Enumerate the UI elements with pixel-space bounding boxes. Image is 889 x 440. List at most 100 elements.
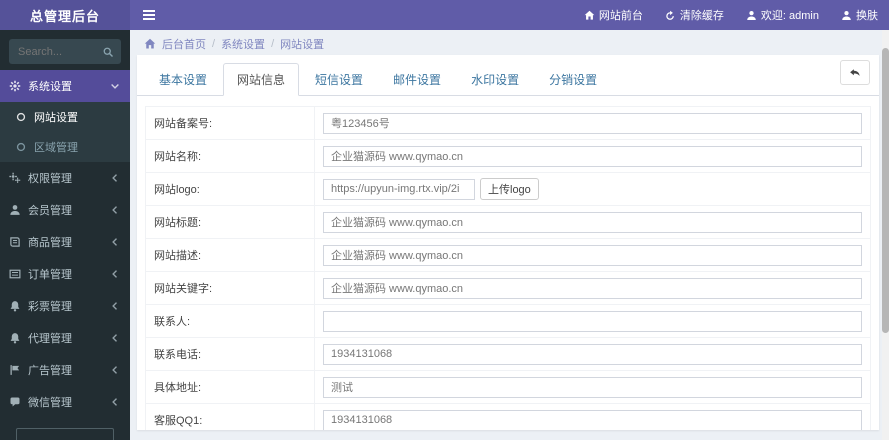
sidebar-item-2[interactable]: 会员管理 [0,194,130,226]
chevron-left-icon [109,364,121,376]
sidebar-item-label: 微信管理 [28,397,72,409]
sidebar-item-0[interactable]: 系统设置 [0,70,130,102]
sidebar-submenu-item: 网站设置 [0,102,130,132]
form-rows: 网站备案号:网站名称:网站logo: 上传logo 网站标题:网站描述:网站关键字:… [145,106,871,430]
sidebar-item-3[interactable]: 商品管理 [0,226,130,258]
breadcrumb-item-2[interactable]: 网站设置 [280,36,324,52]
sidebar-menu: 系统设置网站设置区域管理权限管理会员管理商品管理订单管理彩票管理代理管理广告管理… [0,70,130,418]
navbar-item-site-front[interactable]: 网站前台 [573,7,654,23]
skin-icon [841,10,852,21]
navbar-item-label: 清除缓存 [679,10,724,22]
comment-icon [9,396,21,408]
scrollbar-thumb[interactable] [882,48,889,333]
tab-4[interactable]: 水印设置 [457,63,533,96]
form-row-label: 具体地址: [145,370,315,404]
site-logo-input[interactable] [323,178,475,200]
sidebar-item-5[interactable]: 彩票管理 [0,290,130,322]
sidebar-item-label: 系统设置 [28,81,72,93]
sidebar-item-8[interactable]: 微信管理 [0,386,130,418]
sidebar-subitem-label: 网站设置 [34,112,78,124]
search-input[interactable] [16,44,102,59]
chevron-left-icon [109,396,121,408]
form-row-label: 网站logo: [145,172,315,206]
logo-field-group: 上传logo [323,178,862,200]
tab-2[interactable]: 短信设置 [301,63,377,96]
breadcrumb-item-1[interactable]: 系统设置 [221,36,265,52]
navbar-item-change-skin[interactable]: 换肤 [830,7,889,23]
sidebar-submenu: 网站设置区域管理 [0,102,130,162]
sidebar-menu-item: 代理管理 [0,322,130,354]
chevron-left-icon [109,332,121,344]
breadcrumb-item-0[interactable]: 后台首页 [162,36,206,52]
form-row: 具体地址: [145,370,871,404]
flag-icon [9,364,21,376]
breadcrumb: 后台首页 / 系统设置 / 网站设置 [130,30,889,58]
sidebar-item-4[interactable]: 订单管理 [0,258,130,290]
refresh-icon [665,10,676,21]
sidebar-toggle-button[interactable] [130,0,168,30]
circle-icon [15,111,27,123]
sidebar-item-7[interactable]: 广告管理 [0,354,130,386]
upload-logo-button[interactable]: 上传logo [480,178,539,200]
form-row-label: 网站备案号: [145,106,315,140]
form-row-field [314,271,871,305]
form-row-label: 联系电话: [145,337,315,371]
user-icon [746,10,757,21]
book-icon [9,236,21,248]
tab-0[interactable]: 基本设置 [145,63,221,96]
tab-3[interactable]: 邮件设置 [379,63,455,96]
topbar: 总管理后台 网站前台 清除缓存 欢迎: admin 换肤 [0,0,889,30]
tab-5[interactable]: 分销设置 [535,63,611,96]
sidebar-item-label: 商品管理 [28,237,72,249]
hamburger-icon [143,8,155,22]
form-row: 网站备案号: [145,106,871,140]
circle-icon [15,141,27,153]
form-input-0[interactable] [323,112,862,134]
sidebar-item-label: 广告管理 [28,365,72,377]
sidebar-menu-item: 彩票管理 [0,290,130,322]
form-input-6[interactable] [323,310,862,332]
form-row-field [314,106,871,140]
form-row: 客服QQ1: [145,403,871,430]
search-icon[interactable] [102,46,114,58]
gear-icon [9,80,21,92]
form-row-field [314,205,871,239]
sidebar-item-1[interactable]: 权限管理 [0,162,130,194]
sidebar-subitem-1[interactable]: 区域管理 [0,132,130,162]
form-input-1[interactable] [323,145,862,167]
navbar-right-menu: 网站前台 清除缓存 欢迎: admin 换肤 [573,7,889,23]
breadcrumb-separator: / [212,38,216,50]
page-scrollbar[interactable] [882,30,889,440]
form-row: 网站logo: 上传logo [145,172,871,206]
form-input-4[interactable] [323,244,862,266]
navbar-item-welcome[interactable]: 欢迎: admin [735,7,830,23]
app-logo[interactable]: 总管理后台 [0,0,130,30]
sidebar-subitem-0[interactable]: 网站设置 [0,102,130,132]
back-button[interactable] [840,60,870,85]
form-row-label: 客服QQ1: [145,403,315,430]
tab-1[interactable]: 网站信息 [223,63,300,96]
sidebar-item-label: 权限管理 [28,173,72,185]
chevron-left-icon [109,236,121,248]
navbar-item-clear-cache[interactable]: 清除缓存 [654,7,735,23]
sidebar-search [9,39,121,64]
list-icon [9,268,21,280]
sidebar-item-label: 彩票管理 [28,301,72,313]
form-input-9[interactable] [323,409,862,430]
sidebar-submenu-item: 区域管理 [0,132,130,162]
tabs-bar: 基本设置 网站信息 短信设置 邮件设置 水印设置 分销设置 [137,55,879,96]
form-row-label: 联系人: [145,304,315,338]
form-input-8[interactable] [323,376,862,398]
tabs: 基本设置 网站信息 短信设置 邮件设置 水印设置 分销设置 [145,63,871,96]
form-input-3[interactable] [323,211,862,233]
form-row-label: 网站关键字: [145,271,315,305]
sidebar-menu-item: 系统设置网站设置区域管理 [0,70,130,162]
sidebar-item-6[interactable]: 代理管理 [0,322,130,354]
sidebar-menu-item: 广告管理 [0,354,130,386]
form-input-7[interactable] [323,343,862,365]
navbar: 网站前台 清除缓存 欢迎: admin 换肤 [130,0,889,30]
site-info-form: 网站备案号:网站名称:网站logo: 上传logo 网站标题:网站描述:网站关键字:… [145,106,871,430]
form-input-5[interactable] [323,277,862,299]
sidebar-menu-item: 微信管理 [0,386,130,418]
form-row: 联系人: [145,304,871,338]
